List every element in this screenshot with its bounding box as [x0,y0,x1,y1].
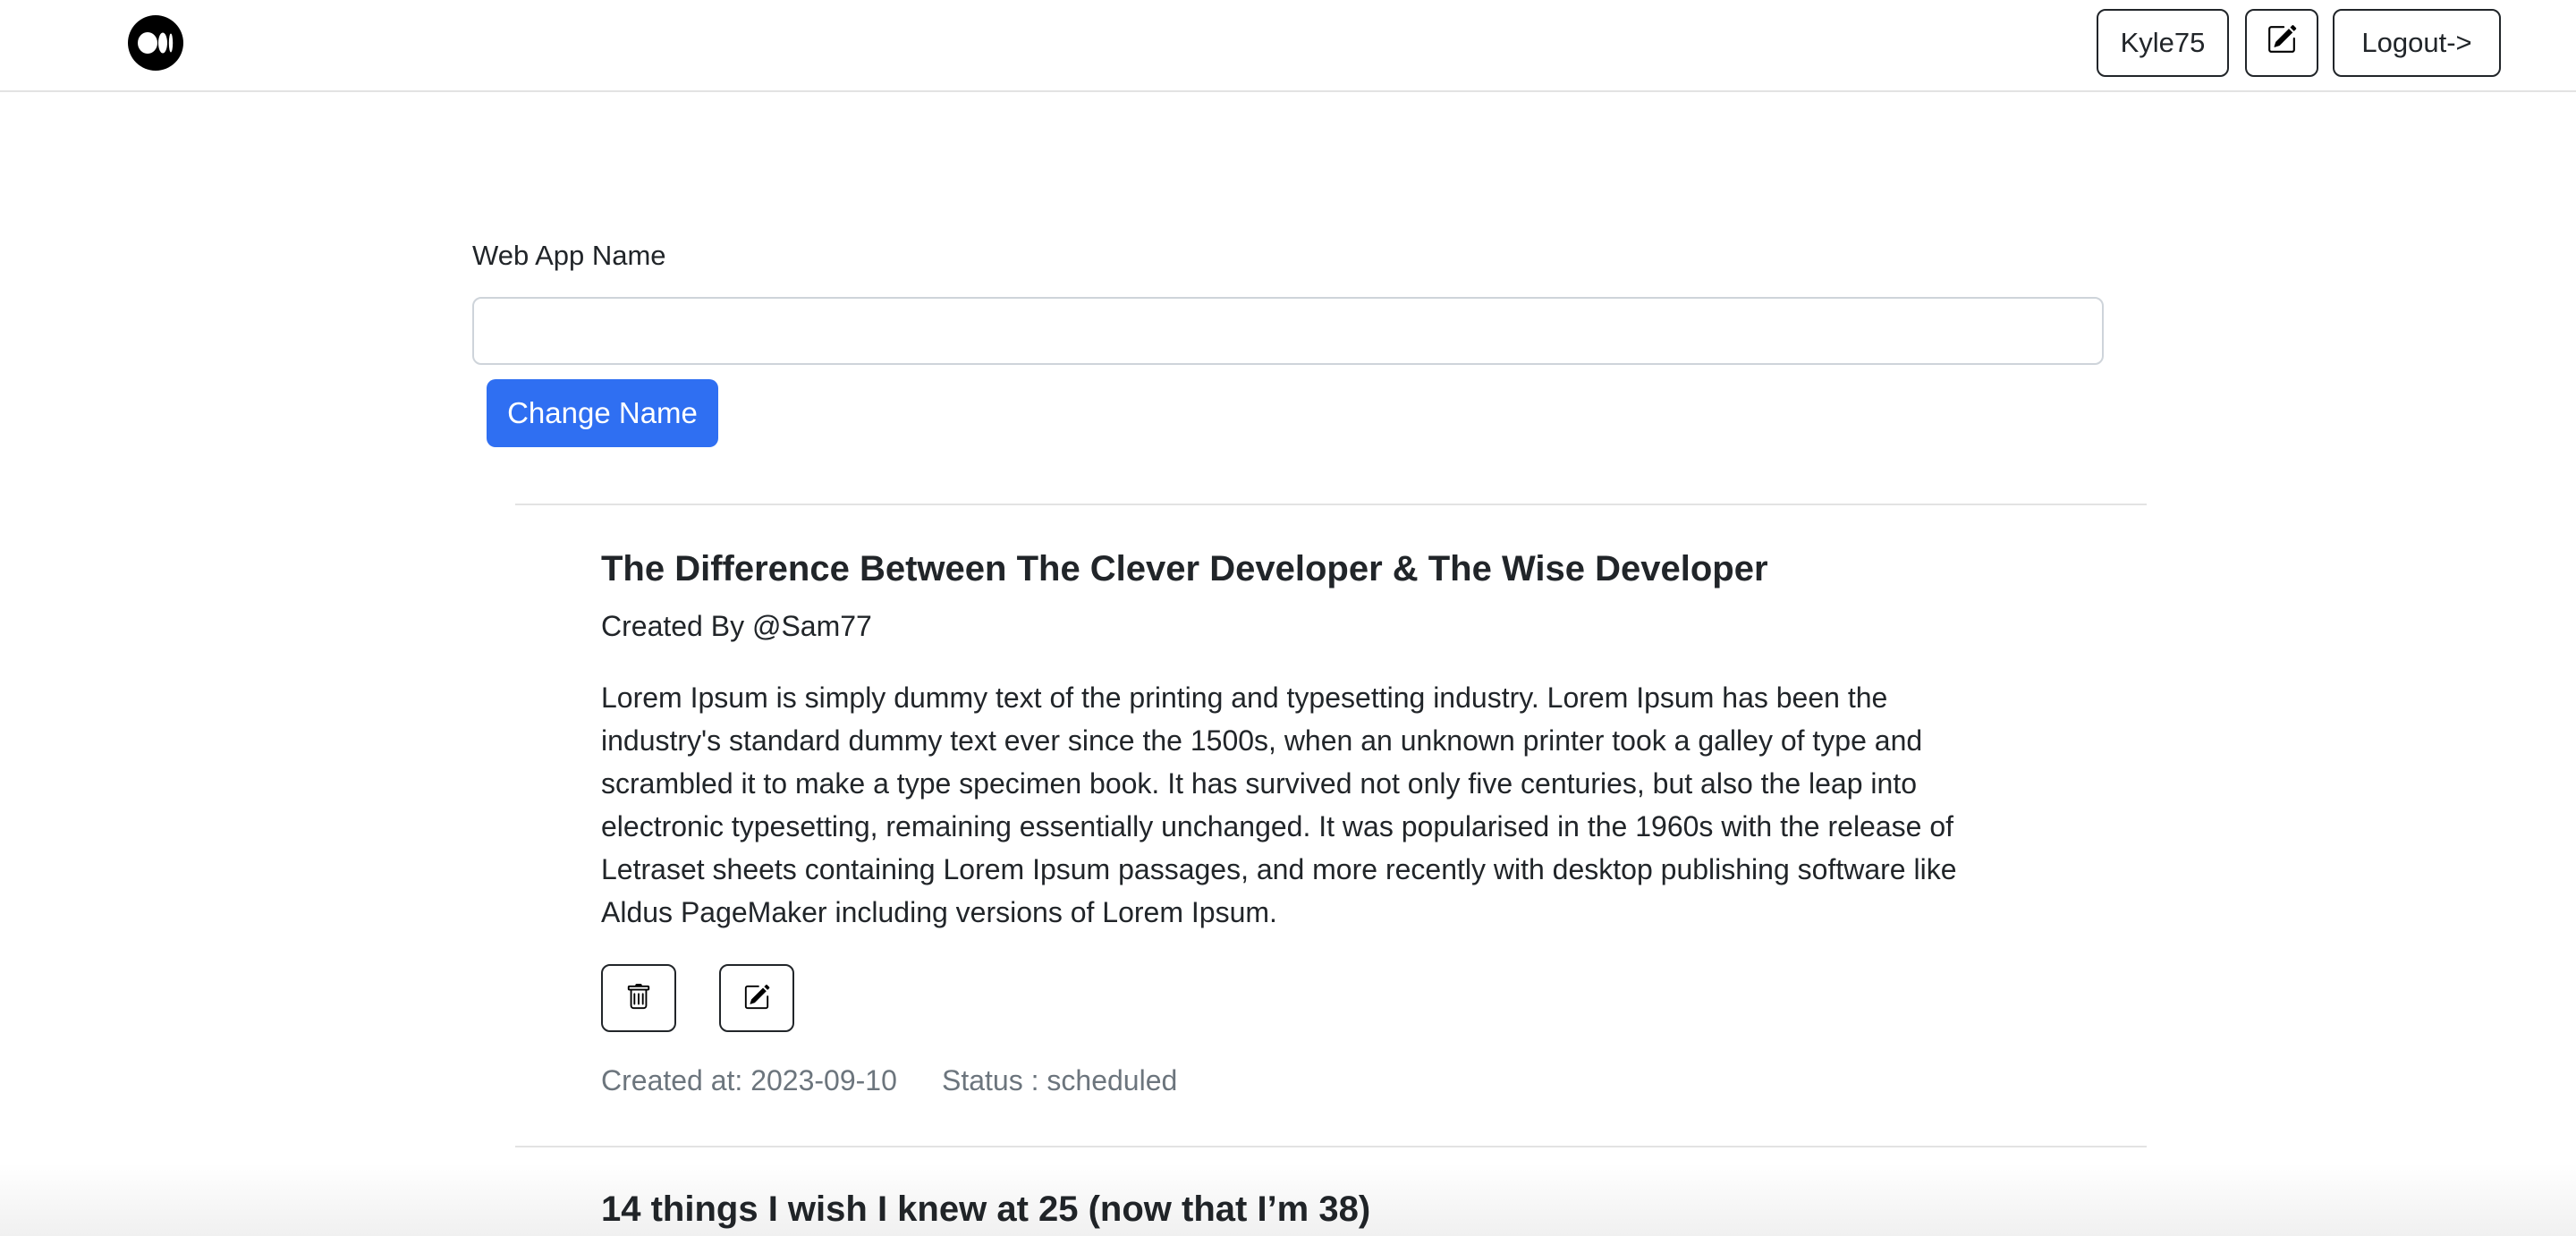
post-divider [515,504,2147,505]
navbar: Kyle75 Logout-> [0,0,2576,92]
edit-icon [743,984,770,1013]
medium-logo-icon[interactable] [128,15,183,71]
post-divider [515,1146,2147,1147]
edit-icon [2267,24,2297,62]
user-profile-button[interactable]: Kyle75 [2097,9,2229,77]
change-name-button[interactable]: Change Name [487,379,718,447]
post-title[interactable]: The Difference Between The Clever Develo… [601,549,1768,589]
post-body: Lorem Ipsum is simply dummy text of the … [601,681,1957,928]
web-app-name-label: Web App Name [472,240,666,271]
write-post-button[interactable] [2245,9,2318,77]
web-app-name-input[interactable] [472,297,2104,365]
edit-post-button[interactable] [719,964,794,1032]
trash-icon [625,983,652,1013]
post-author: Created By @Sam77 [601,610,872,642]
logout-button[interactable]: Logout-> [2333,9,2501,77]
post-status: Status : scheduled [942,1064,1178,1096]
post-title[interactable]: 14 things I wish I knew at 25 (now that … [601,1189,1370,1230]
delete-post-button[interactable] [601,964,676,1032]
post-created-at: Created at: 2023-09-10 [601,1064,897,1096]
